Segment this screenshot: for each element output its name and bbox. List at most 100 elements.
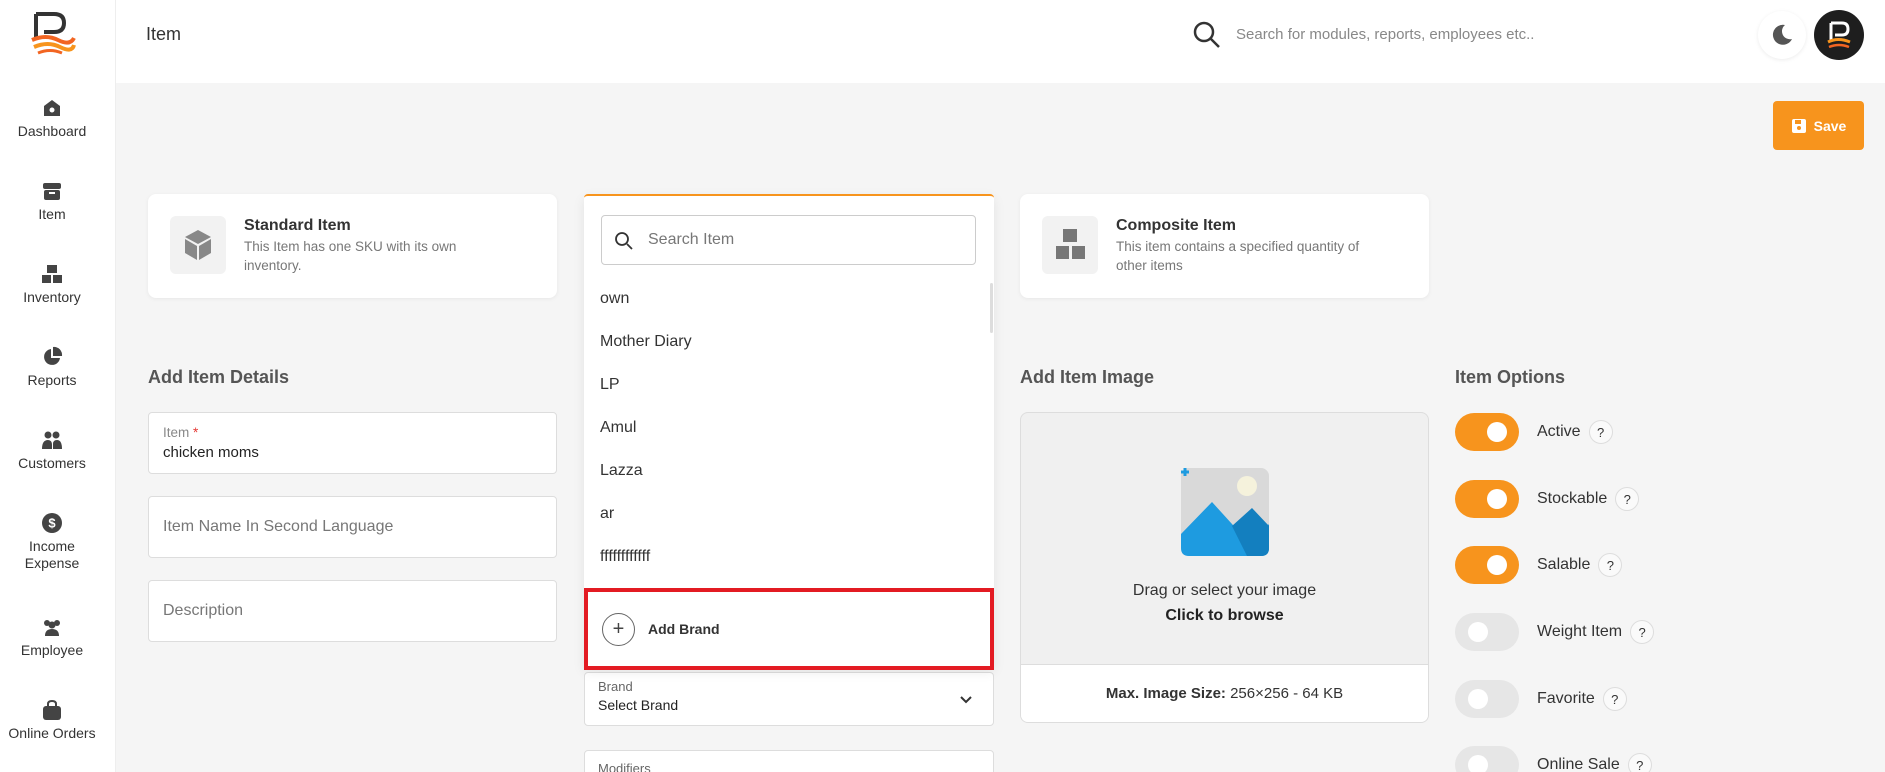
standard-item-card[interactable]: Standard Item This Item has one SKU with… — [148, 194, 557, 298]
sidebar-item-label: Income Expense — [24, 538, 80, 571]
home-icon — [44, 100, 60, 116]
brand-option[interactable]: Lazza — [600, 462, 643, 480]
item-image-title: Add Item Image — [1020, 367, 1155, 387]
brand-option[interactable]: ffffffffffff — [600, 548, 650, 566]
sidebar-item-online-orders[interactable]: Online Orders — [0, 699, 104, 742]
dollar-icon: $ — [42, 513, 62, 533]
help-icon[interactable]: ? — [1598, 553, 1623, 577]
weight-item-toggle[interactable] — [1455, 613, 1519, 651]
composite-item-title: Composite Item — [1116, 217, 1237, 234]
composite-item-icon-box — [1042, 216, 1098, 274]
brand-label: Brand — [598, 679, 633, 694]
floppy-icon — [1791, 118, 1806, 133]
sidebar-item-label: Customers — [18, 455, 86, 471]
theme-toggle-button[interactable] — [1758, 11, 1806, 59]
option-weight-item: Weight Item ? — [1455, 612, 1655, 652]
boxes-icon — [42, 265, 62, 283]
avatar[interactable] — [1814, 10, 1864, 60]
description-placeholder: Description — [163, 602, 244, 619]
help-icon[interactable]: ? — [1602, 687, 1627, 711]
dropdown-scrollbar[interactable] — [990, 283, 993, 333]
logo[interactable] — [28, 10, 76, 56]
sidebar-item-employee[interactable]: Employee — [0, 616, 104, 659]
help-icon[interactable]: ? — [1588, 420, 1613, 444]
sidebar-item-customers[interactable]: Customers — [0, 429, 104, 472]
favorite-toggle[interactable] — [1455, 680, 1519, 718]
brand-option[interactable]: LP — [600, 376, 620, 394]
item-name-value: chicken moms — [163, 444, 259, 461]
option-salable: Salable ? — [1455, 545, 1623, 585]
save-button-label: Save — [1813, 117, 1847, 134]
standard-item-desc: This Item has one SKU with its own inven… — [244, 239, 457, 273]
sidebar-item-dashboard[interactable]: Dashboard — [0, 97, 104, 140]
help-icon[interactable]: ? — [1630, 620, 1655, 644]
option-label: Salable — [1537, 556, 1591, 573]
help-icon[interactable]: ? — [1615, 487, 1640, 511]
sidebar-item-income-expense[interactable]: $ Income Expense — [0, 512, 104, 572]
modifiers-select[interactable]: Modifiers — [584, 750, 994, 772]
brand-dropdown: Search Item own Mother Diary LP Amul Laz… — [584, 194, 994, 670]
salable-toggle[interactable] — [1455, 546, 1519, 584]
image-size-info: Max. Image Size: 256×256 - 64 KB — [1021, 664, 1428, 722]
brand-search-input[interactable]: Search Item — [601, 215, 976, 265]
option-online-sale: Online Sale ? — [1455, 745, 1652, 772]
modifiers-label: Modifiers — [598, 761, 651, 772]
brand-option[interactable]: ar — [600, 505, 614, 523]
brand-option[interactable]: Mother Diary — [600, 333, 692, 351]
brand-select[interactable]: Brand Select Brand — [584, 672, 994, 726]
description-field[interactable]: Description — [148, 580, 557, 642]
plus-icon: + — [602, 612, 635, 646]
image-placeholder-icon — [1181, 468, 1269, 556]
sidebar-item-label: Employee — [20, 642, 84, 658]
option-stockable: Stockable ? — [1455, 479, 1640, 519]
sidebar-item-item[interactable]: Item — [0, 180, 104, 223]
employees-icon — [44, 620, 60, 636]
item-name-field[interactable]: Item * chicken moms — [148, 412, 557, 474]
shopping-bag-icon — [43, 699, 61, 720]
sidebar: Dashboard Item Inventory Reports Custome… — [0, 0, 116, 772]
user-logo-icon — [1827, 21, 1851, 49]
sidebar-item-inventory[interactable]: Inventory — [0, 263, 104, 306]
brand-option[interactable]: Amul — [600, 419, 636, 437]
option-label: Weight Item — [1537, 623, 1623, 640]
browse-link[interactable]: Click to browse — [1021, 607, 1428, 625]
brand-option[interactable]: own — [600, 290, 629, 308]
sidebar-item-reports[interactable]: Reports — [0, 346, 104, 389]
item-name-label: Item * — [163, 425, 199, 440]
sidebar-item-label: Item — [38, 206, 66, 222]
option-label: Active — [1537, 423, 1581, 440]
option-favorite: Favorite ? — [1455, 679, 1627, 719]
active-toggle[interactable] — [1455, 413, 1519, 451]
brand-search-placeholder: Search Item — [648, 231, 735, 248]
option-label: Online Sale — [1537, 756, 1620, 772]
stockable-toggle[interactable] — [1455, 480, 1519, 518]
second-language-placeholder: Item Name In Second Language — [163, 518, 394, 535]
standard-item-icon-box — [170, 216, 226, 274]
moon-icon — [1772, 24, 1792, 45]
standard-item-title: Standard Item — [244, 217, 351, 234]
sidebar-item-label: Inventory — [23, 289, 81, 305]
second-language-field[interactable]: Item Name In Second Language — [148, 496, 557, 558]
brand-value: Select Brand — [598, 697, 679, 713]
sidebar-item-label: Online Orders — [8, 725, 96, 741]
composite-item-card[interactable]: Composite Item This item contains a spec… — [1020, 194, 1429, 298]
chevron-down-icon — [960, 696, 972, 704]
archive-icon — [43, 183, 61, 200]
add-brand-label: Add Brand — [648, 621, 720, 637]
search-icon[interactable] — [1192, 20, 1222, 50]
image-upload-dropzone[interactable]: Drag or select your image Click to brows… — [1020, 412, 1429, 723]
global-search-input[interactable]: Search for modules, reports, employees e… — [1236, 26, 1534, 43]
page-title: Item — [146, 24, 182, 44]
pie-chart-icon — [44, 346, 63, 365]
help-icon[interactable]: ? — [1627, 753, 1652, 772]
online-sale-toggle[interactable] — [1455, 746, 1519, 772]
save-button[interactable]: Save — [1773, 101, 1864, 150]
svg-text:$: $ — [48, 516, 56, 531]
option-label: Stockable — [1537, 490, 1608, 507]
drag-text: Drag or select your image — [1132, 582, 1317, 599]
search-icon — [615, 232, 633, 250]
add-brand-button[interactable]: + Add Brand — [584, 588, 994, 670]
top-header: Item Search for modules, reports, employ… — [116, 0, 1885, 83]
cube-icon — [185, 230, 211, 260]
sidebar-item-label: Reports — [27, 372, 77, 388]
